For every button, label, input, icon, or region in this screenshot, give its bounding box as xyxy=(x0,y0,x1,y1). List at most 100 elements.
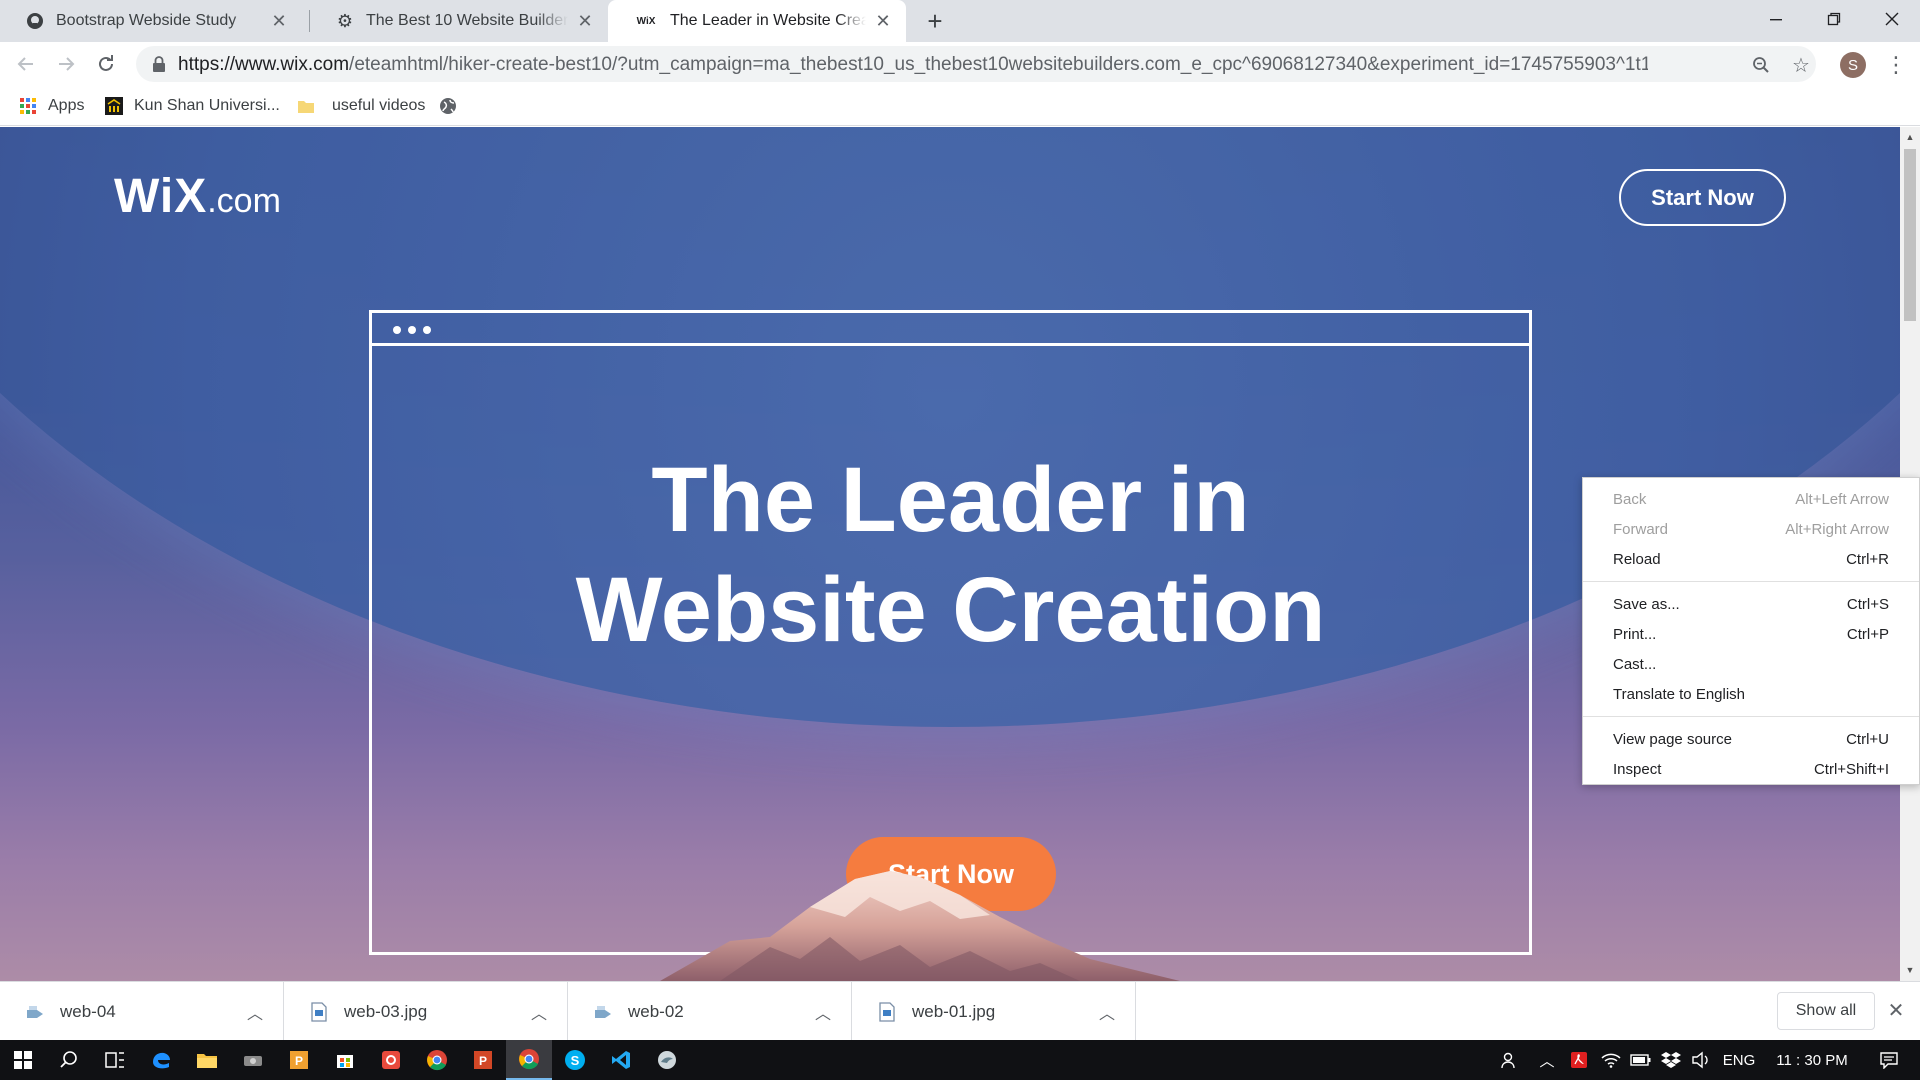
close-shelf-icon[interactable]: ✕ xyxy=(1884,998,1908,1022)
close-window-icon xyxy=(1885,12,1899,26)
gear-icon: ⚙ xyxy=(336,10,354,31)
wifi-icon[interactable] xyxy=(1596,1040,1626,1080)
menu-item-translate[interactable]: Translate to English xyxy=(1583,679,1919,709)
chevron-up-icon[interactable]: ︿ xyxy=(815,1000,831,1024)
clock[interactable]: 11 : 30 PM xyxy=(1764,1040,1860,1080)
file-shortcut-icon xyxy=(592,1001,614,1023)
acrobat-tray-icon[interactable] xyxy=(1564,1040,1594,1080)
edge-browser-icon[interactable] xyxy=(138,1040,184,1080)
close-window-button[interactable] xyxy=(1864,0,1920,38)
menu-item-cast[interactable]: Cast... xyxy=(1583,649,1919,679)
logo-domain: .com xyxy=(207,182,281,220)
restore-button[interactable] xyxy=(1806,0,1862,38)
close-icon[interactable]: ✕ xyxy=(270,11,288,31)
svg-text:S: S xyxy=(571,1053,580,1068)
download-item[interactable]: web-03.jpg ︿ xyxy=(284,982,568,1041)
mountain-peak-image xyxy=(660,871,1180,981)
powerpoint-viewer-icon[interactable]: P xyxy=(276,1040,322,1080)
chrome-menu-icon[interactable]: ⋮ xyxy=(1884,50,1908,80)
file-shortcut-icon xyxy=(24,1001,46,1023)
app-drive-icon[interactable] xyxy=(230,1040,276,1080)
close-icon[interactable]: ✕ xyxy=(874,11,892,31)
minimize-button[interactable] xyxy=(1748,0,1804,38)
bookmarks-bar: Apps Kun Shan Universi... useful videos xyxy=(0,86,1920,126)
vscode-icon[interactable] xyxy=(598,1040,644,1080)
start-windows-icon[interactable] xyxy=(0,1040,46,1080)
url-text[interactable]: https://www.wix.com/eteamhtml/hiker-crea… xyxy=(178,54,1648,76)
context-menu: Back Alt+Left Arrow Forward Alt+Right Arro… xyxy=(1582,477,1920,785)
photo-app-icon[interactable] xyxy=(368,1040,414,1080)
star-bookmark-icon[interactable]: ☆ xyxy=(1790,54,1812,77)
download-item[interactable]: web-04 ︿ xyxy=(0,982,284,1041)
menu-item-back[interactable]: Back Alt+Left Arrow xyxy=(1583,484,1919,514)
arrow-right-icon xyxy=(59,57,75,71)
close-icon[interactable]: ✕ xyxy=(576,11,594,31)
show-hidden-icons-chevron-icon[interactable]: ︿ xyxy=(1534,1040,1560,1080)
download-name: web-02 xyxy=(628,1001,684,1021)
zoom-icon[interactable] xyxy=(1750,54,1772,76)
reload-button[interactable] xyxy=(92,50,120,78)
frame-dot xyxy=(393,326,401,334)
folder-icon xyxy=(296,96,316,116)
menu-item-label: View page source xyxy=(1613,730,1732,748)
back-button[interactable] xyxy=(12,50,40,78)
volume-icon[interactable] xyxy=(1686,1040,1716,1080)
language-indicator[interactable]: ENG xyxy=(1718,1040,1760,1080)
skype-icon[interactable]: S xyxy=(552,1040,598,1080)
chrome-active-icon[interactable] xyxy=(506,1040,552,1080)
scroll-up-arrow-icon[interactable]: ▲ xyxy=(1905,132,1915,142)
show-all-downloads-button[interactable]: Show all xyxy=(1777,992,1875,1030)
tab-title: The Best 10 Website Builders - xyxy=(366,12,568,29)
frame-dot xyxy=(423,326,431,334)
store-icon[interactable] xyxy=(322,1040,368,1080)
bookmark-globe[interactable] xyxy=(438,94,468,118)
menu-item-inspect[interactable]: Inspect Ctrl+Shift+I xyxy=(1583,754,1919,784)
search-icon[interactable] xyxy=(46,1040,92,1080)
menu-item-view-source[interactable]: View page source Ctrl+U xyxy=(1583,724,1919,754)
chevron-up-icon[interactable]: ︿ xyxy=(247,1000,263,1024)
bookmark-label: Kun Shan Universi... xyxy=(134,97,280,114)
menu-item-shortcut: Ctrl+U xyxy=(1846,730,1889,748)
tab-strip: Bootstrap Webside Study ✕ ⚙ The Best 10 … xyxy=(0,0,1920,42)
wix-logo[interactable]: WiX .com xyxy=(114,169,281,224)
tab-bootstrap-study[interactable]: Bootstrap Webside Study ✕ xyxy=(0,0,302,42)
profile-avatar[interactable]: S xyxy=(1840,52,1866,78)
menu-item-label: Forward xyxy=(1613,520,1669,538)
chevron-up-icon[interactable]: ︿ xyxy=(1099,1000,1115,1024)
wix-icon: WiX xyxy=(636,15,656,27)
powerpoint-icon[interactable]: P xyxy=(460,1040,506,1080)
bookmark-useful-videos[interactable]: useful videos xyxy=(296,94,425,118)
tab-wix-leader[interactable]: WiX The Leader in Website Creation ✕ xyxy=(608,0,906,42)
scroll-down-arrow-icon[interactable]: ▼ xyxy=(1905,965,1915,975)
address-bar[interactable]: https://www.wix.com/eteamhtml/hiker-crea… xyxy=(136,46,1816,82)
menu-item-forward[interactable]: Forward Alt+Right Arrow xyxy=(1583,514,1919,544)
app-bird-icon[interactable] xyxy=(644,1040,690,1080)
bookmark-kun-shan[interactable]: Kun Shan Universi... xyxy=(104,94,280,118)
file-explorer-icon[interactable] xyxy=(184,1040,230,1080)
dropbox-icon[interactable] xyxy=(1656,1040,1686,1080)
chrome-icon[interactable] xyxy=(414,1040,460,1080)
scrollbar-thumb[interactable] xyxy=(1904,149,1916,321)
download-item[interactable]: web-02 ︿ xyxy=(568,982,852,1041)
menu-item-label: Reload xyxy=(1613,550,1661,568)
menu-item-reload[interactable]: Reload Ctrl+R xyxy=(1583,544,1919,574)
task-view-icon[interactable] xyxy=(92,1040,138,1080)
menu-item-save-as[interactable]: Save as... Ctrl+S xyxy=(1583,589,1919,619)
start-now-header-button[interactable]: Start Now xyxy=(1619,169,1786,226)
action-center-icon[interactable] xyxy=(1866,1040,1912,1080)
menu-item-print[interactable]: Print... Ctrl+P xyxy=(1583,619,1919,649)
battery-icon[interactable] xyxy=(1626,1040,1656,1080)
bookmark-apps[interactable]: Apps xyxy=(18,94,84,118)
tab-best-10-builders[interactable]: ⚙ The Best 10 Website Builders - ✕ xyxy=(310,0,608,42)
chevron-up-icon[interactable]: ︿ xyxy=(531,1000,547,1024)
menu-item-label: Cast... xyxy=(1613,655,1657,673)
new-tab-button[interactable]: + xyxy=(922,6,948,36)
download-item[interactable]: web-01.jpg ︿ xyxy=(852,982,1136,1041)
menu-item-shortcut: Ctrl+S xyxy=(1846,595,1889,613)
forward-button[interactable] xyxy=(52,50,80,78)
lock-icon[interactable] xyxy=(150,55,168,73)
menu-item-shortcut: Alt+Right Arrow xyxy=(1785,520,1889,538)
browser-frame-illustration: The Leader in Website Creation Start Now xyxy=(369,310,1532,955)
people-icon[interactable] xyxy=(1494,1040,1524,1080)
tab-title: The Leader in Website Creation xyxy=(670,12,866,29)
